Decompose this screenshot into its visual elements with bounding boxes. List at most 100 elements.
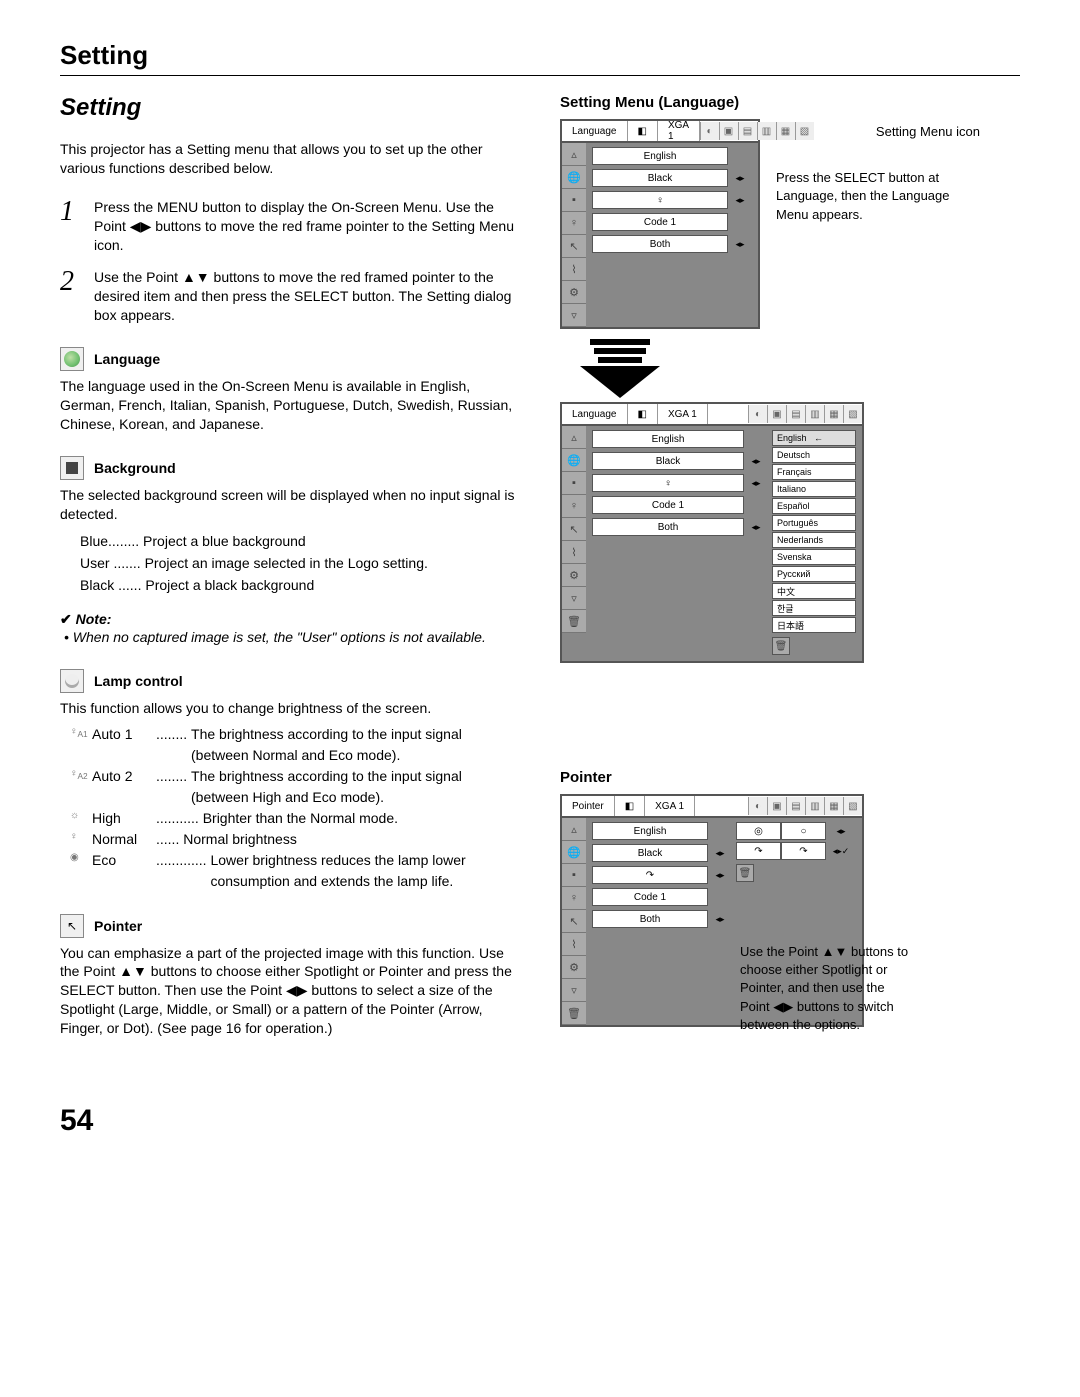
down-arrow-icon: ▿ — [562, 587, 586, 610]
menu-icon: ◐ — [700, 122, 719, 140]
globe-icon: 🌐 — [562, 449, 586, 472]
menu-value: Both — [592, 910, 708, 928]
nav-arrows-icon: ◂▸ — [708, 870, 732, 881]
section-title: Setting — [60, 94, 520, 122]
note-text: • When no captured image is set, the "Us… — [64, 628, 520, 647]
menu-icon: ▥ — [805, 405, 824, 423]
gear-icon: ⚙ — [562, 564, 586, 587]
setting-menu-2: Language ◧ XGA 1 ◐ ▣ ▤ ▥ ▦ ▧ — [560, 402, 864, 663]
menu-top-label: Pointer — [562, 796, 615, 816]
nav-arrows-icon: ◂▸ — [744, 522, 768, 533]
language-heading: Language — [60, 347, 520, 371]
menu-value: Both — [592, 518, 744, 536]
right-ptr-title: Pointer — [560, 769, 980, 786]
pointer-title: Pointer — [94, 918, 142, 934]
globe-icon — [60, 347, 84, 371]
nav-arrows-icon: ◂▸ — [744, 456, 768, 467]
spotlight-icon: ◎ — [736, 822, 781, 840]
lang-option: Nederlands — [772, 532, 856, 548]
background-title: Background — [94, 460, 176, 476]
lang-option: Русский — [772, 566, 856, 582]
lamp-icon — [60, 669, 84, 693]
menu-value: Code 1 — [592, 496, 744, 514]
lamp-icon: ♀ — [562, 212, 586, 235]
nav-arrows-icon: ◂▸ — [728, 239, 752, 250]
menu-value: Both — [592, 235, 728, 253]
trash-icon: 🗑 — [736, 864, 754, 882]
page-number: 54 — [60, 1104, 1020, 1138]
lamp-title: Lamp control — [94, 673, 183, 689]
nav-arrows-icon: ◂▸ — [708, 914, 732, 925]
menu-value: Code 1 — [592, 213, 728, 231]
trash-icon: 🗑 — [562, 610, 586, 633]
intro-text: This projector has a Setting menu that a… — [60, 140, 520, 178]
lang-option: English ← — [772, 430, 856, 446]
menu-mode-icon: ◧ — [628, 121, 658, 141]
up-arrow-icon: ▵ — [562, 818, 586, 841]
annotation-2: Press the SELECT button at Language, the… — [776, 169, 980, 224]
nav-arrows-icon: ◂▸ — [744, 478, 768, 489]
pointer-heading: ↖ Pointer — [60, 914, 520, 938]
lamp-text: This function allows you to change brigh… — [60, 699, 520, 718]
remote-icon: ⌇ — [562, 258, 586, 281]
bg-icon: ▪ — [562, 864, 586, 887]
page-header: Setting — [60, 40, 1020, 71]
menu-icon: ▣ — [719, 122, 738, 140]
menu-value: Black — [592, 169, 728, 187]
menu-value: English — [592, 430, 744, 448]
nav-arrows-icon: ◂▸✓ — [826, 842, 856, 860]
step-2: 2 Use the Point ▲▼ buttons to move the r… — [60, 268, 520, 325]
lang-option: 中文 — [772, 583, 856, 599]
lamp-list: ♀A1Auto 1 ........ The brightness accord… — [70, 724, 520, 892]
lang-option: 한글 — [772, 600, 856, 616]
menu-xga-label: XGA 1 — [658, 121, 700, 141]
step-1: 1 Press the MENU button to display the O… — [60, 198, 520, 255]
lamp-icon: ♀ — [562, 887, 586, 910]
right-column: Setting Menu (Language) Language ◧ XGA 1… — [560, 94, 980, 1034]
language-list: English ← Deutsch Français Italiano Espa… — [772, 430, 856, 655]
background-icon — [60, 456, 84, 480]
up-arrow-icon: ▵ — [562, 143, 586, 166]
ptr-icon: ↖ — [562, 910, 586, 933]
menu-value: Black — [592, 844, 708, 862]
trash-icon: 🗑 — [562, 1002, 586, 1025]
lamp-auto1-icon: ♀A1 — [70, 724, 92, 740]
remote-icon: ⌇ — [562, 933, 586, 956]
lang-option: Español — [772, 498, 856, 514]
step-body: Press the MENU button to display the On-… — [94, 198, 520, 255]
menu-mode-icon: ◧ — [628, 404, 658, 424]
flow-arrow-icon — [590, 339, 650, 398]
menu-mode-icon: ◧ — [615, 796, 645, 816]
right-lang-title: Setting Menu (Language) — [560, 94, 980, 111]
menu-value: ♀ — [592, 474, 744, 492]
pointer-shape-icon: ↷ — [736, 842, 781, 860]
menu-icon: ▤ — [786, 405, 805, 423]
menu-xga-label: XGA 1 — [645, 796, 695, 816]
pointer-icon: ↖ — [60, 914, 84, 938]
menu-value: ↷ — [592, 866, 708, 884]
nav-arrows-icon: ◂▸ — [826, 822, 856, 840]
down-arrow-icon: ▿ — [562, 979, 586, 1002]
lamp-normal-icon: ♀ — [70, 829, 92, 844]
menu-icon: ▤ — [786, 797, 805, 815]
menu-value: English — [592, 822, 708, 840]
trash-icon: 🗑 — [772, 637, 790, 655]
menu-icon: ▥ — [805, 797, 824, 815]
nav-arrows-icon: ◂▸ — [728, 195, 752, 206]
pointer-text: You can emphasize a part of the projecte… — [60, 944, 520, 1038]
pointer-shape-icon: ↷ — [781, 842, 826, 860]
menu-xga-label: XGA 1 — [658, 404, 708, 424]
lang-option: Deutsch — [772, 447, 856, 463]
gear-icon: ⚙ — [562, 281, 586, 304]
nav-arrows-icon: ◂▸ — [728, 173, 752, 184]
ptr-icon: ↖ — [562, 235, 586, 258]
divider — [60, 75, 1020, 76]
globe-icon: 🌐 — [562, 841, 586, 864]
ptr-icon: ↖ — [562, 518, 586, 541]
menu-icon: ◐ — [748, 405, 767, 423]
step-number: 2 — [60, 268, 94, 325]
background-text: The selected background screen will be d… — [60, 486, 520, 524]
lang-option: Italiano — [772, 481, 856, 497]
lamp-eco-icon: ◉ — [70, 850, 92, 865]
menu-value: Black — [592, 452, 744, 470]
